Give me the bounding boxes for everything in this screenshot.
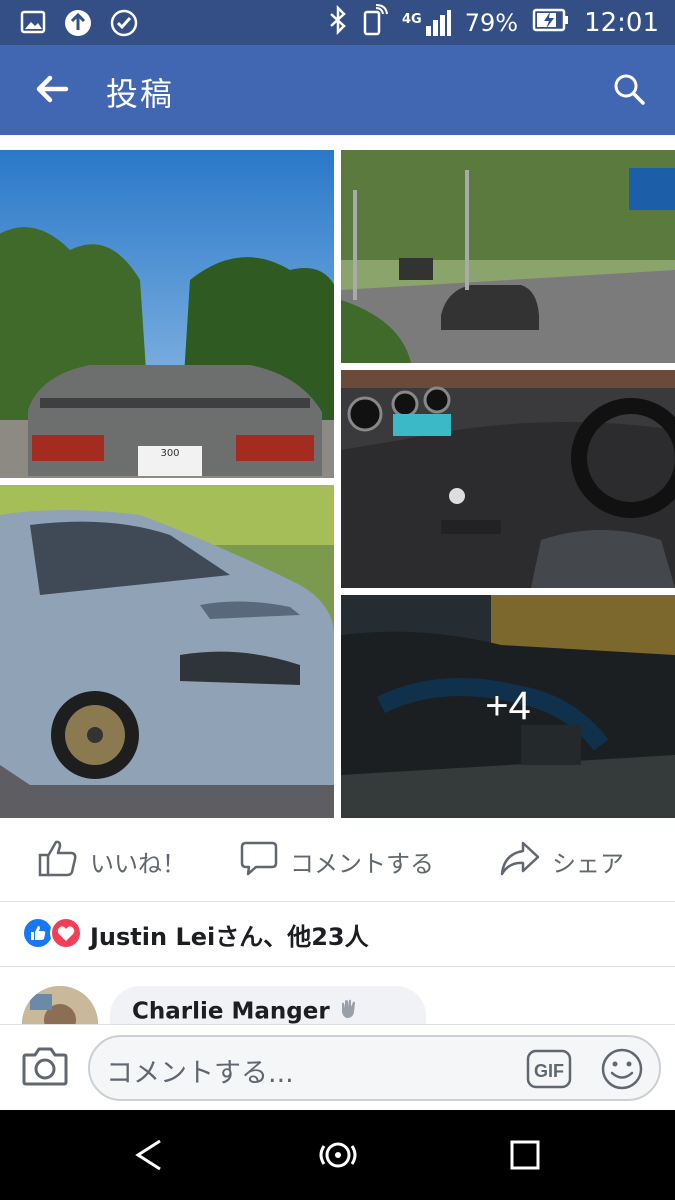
more-photos-count: +4 — [485, 684, 531, 728]
comment-button[interactable]: コメントする — [240, 820, 434, 902]
nav-recents-icon[interactable] — [510, 1140, 540, 1174]
back-arrow-icon[interactable] — [34, 71, 70, 111]
signal-icon: 4G — [402, 9, 451, 36]
nav-home-icon[interactable] — [316, 1138, 360, 1176]
comment-composer: コメントする... GIF — [0, 1024, 675, 1110]
system-nav-bar — [0, 1110, 675, 1200]
svg-text:300: 300 — [160, 448, 179, 459]
share-arrow-icon — [500, 840, 540, 882]
status-notifications — [20, 9, 138, 41]
bluetooth-icon — [328, 4, 348, 41]
check-circle-icon — [110, 9, 138, 41]
photo-car-interior[interactable] — [341, 370, 675, 588]
photo-car-road[interactable] — [341, 150, 675, 363]
gif-icon[interactable]: GIF — [526, 1047, 572, 1095]
comment-preview: Charlie Manger — [0, 968, 675, 1024]
nav-back-icon[interactable] — [134, 1138, 164, 1176]
photo-car-rear[interactable]: 300 — [0, 150, 334, 478]
status-bar: 4G 79% 12:01 — [0, 0, 675, 45]
svg-text:GIF: GIF — [534, 1061, 564, 1081]
wave-hand-icon — [338, 998, 360, 1024]
post-actions: いいね！ コメントする シェア — [0, 820, 675, 902]
network-type: 4G — [402, 11, 422, 27]
comment-label: コメントする — [290, 849, 434, 878]
app-bar: 投稿 — [0, 45, 675, 135]
share-button[interactable]: シェア — [500, 820, 624, 902]
avatar[interactable] — [22, 986, 98, 1024]
thumbs-up-icon — [38, 838, 78, 884]
smiley-icon[interactable] — [600, 1047, 644, 1095]
camera-icon[interactable] — [22, 1045, 68, 1091]
photo-engine-more[interactable]: +4 — [341, 595, 675, 818]
search-icon[interactable] — [613, 73, 645, 109]
love-reaction-icon — [50, 916, 82, 953]
comment-bubble-icon — [240, 839, 278, 883]
photo-gallery: 300 +4 — [0, 150, 675, 818]
comment-placeholder: コメントする... — [106, 1058, 294, 1089]
comment-bubble[interactable]: Charlie Manger — [110, 986, 426, 1024]
more-photos-overlay: +4 — [341, 595, 675, 818]
reactions-summary[interactable]: Justin Leiさん、他23人 — [0, 903, 675, 967]
like-button[interactable]: いいね！ — [38, 820, 186, 902]
upload-icon — [64, 9, 92, 41]
status-system: 4G 79% 12:01 — [328, 0, 659, 45]
clock: 12:01 — [584, 7, 659, 38]
gallery-icon — [20, 9, 46, 41]
battery-charging-icon — [532, 8, 570, 38]
share-label: シェア — [552, 849, 624, 878]
comment-author: Charlie Manger — [132, 998, 330, 1025]
battery-percent: 79% — [464, 8, 519, 37]
comment-input[interactable]: コメントする... GIF — [88, 1035, 661, 1101]
like-label: いいね！ — [90, 849, 186, 878]
nfc-phone-icon — [362, 3, 388, 42]
reactions-count: Justin Leiさん、他23人 — [90, 923, 369, 951]
page-title: 投稿 — [106, 75, 175, 113]
photo-car-front[interactable] — [0, 485, 334, 818]
